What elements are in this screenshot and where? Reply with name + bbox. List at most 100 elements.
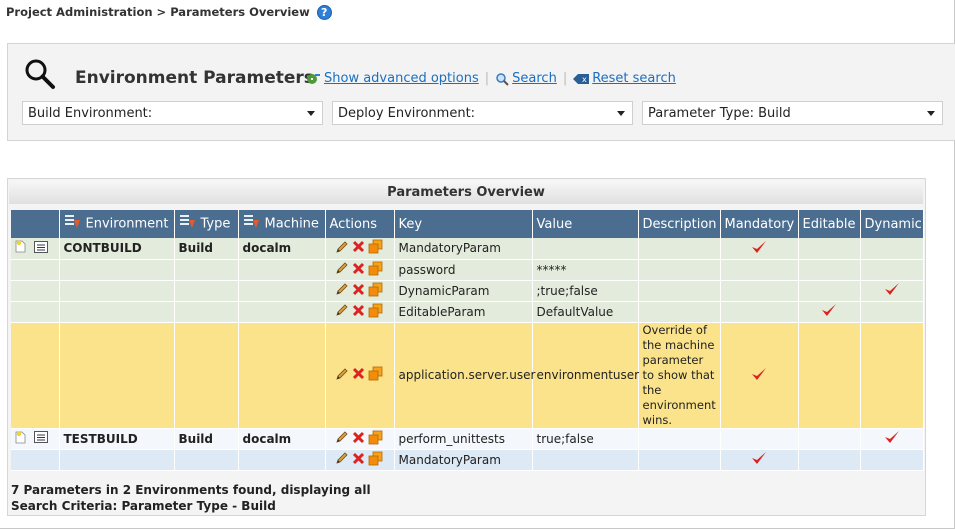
cell-value: ***** [532, 259, 639, 281]
link-separator: | [484, 71, 490, 86]
cell-description [638, 301, 721, 323]
cell-actions [325, 238, 395, 260]
parameters-overview-panel: Parameters Overview Environment Type Mac… [7, 178, 926, 516]
delete-icon[interactable] [352, 367, 365, 383]
cell-value: true;false [532, 428, 639, 450]
new-icon[interactable] [15, 431, 26, 447]
cell-environment: CONTBUILD [59, 238, 175, 260]
cell-editable [798, 238, 861, 260]
search-magnifier-icon [25, 59, 55, 89]
sort-icon [243, 214, 259, 234]
cell-machine [238, 280, 326, 302]
cell-actions [325, 301, 395, 323]
delete-icon[interactable] [352, 240, 365, 256]
copy-icon[interactable] [368, 239, 383, 257]
edit-icon[interactable] [335, 261, 349, 278]
new-icon[interactable] [15, 240, 26, 256]
edit-icon[interactable] [335, 430, 349, 447]
cell-dynamic [860, 322, 924, 429]
deploy-environment-value: Deploy Environment: [338, 105, 476, 121]
copy-icon[interactable] [368, 430, 383, 448]
chevron-down-icon [617, 111, 625, 116]
chevron-down-icon [927, 111, 935, 116]
search-links: Show advanced options | Search | x Reset… [305, 71, 676, 86]
search-icon [496, 72, 509, 86]
help-icon[interactable]: ? [316, 4, 332, 20]
row-icons [11, 301, 60, 323]
delete-icon[interactable] [352, 304, 365, 320]
edit-icon[interactable] [335, 240, 349, 257]
header-value: Value [532, 210, 639, 238]
cell-editable [798, 280, 861, 302]
header-type[interactable]: Type [174, 210, 239, 238]
table-header: Environment Type Machine Actions Key Val… [11, 210, 924, 238]
edit-icon[interactable] [335, 303, 349, 320]
search-link[interactable]: Search [512, 71, 557, 86]
delete-icon[interactable] [352, 283, 365, 299]
cell-value: environmentuser [532, 322, 639, 429]
cell-key: perform_unittests [394, 428, 533, 450]
deploy-environment-select[interactable]: Deploy Environment: [332, 101, 633, 125]
table-row: TESTBUILD Build docalm perform_unittests tru… [11, 428, 924, 450]
cell-key: DynamicParam [394, 280, 533, 302]
details-icon[interactable] [34, 240, 48, 256]
cell-type [174, 322, 239, 429]
cell-actions [325, 259, 395, 281]
edit-icon[interactable] [335, 367, 349, 384]
panel-title: Environment Parameters [75, 68, 314, 88]
header-machine[interactable]: Machine [238, 210, 326, 238]
cell-value [532, 238, 639, 260]
cell-description [638, 238, 721, 260]
cell-dynamic [860, 449, 924, 471]
parameter-type-select[interactable]: Parameter Type: Build [642, 101, 943, 125]
cell-key: application.server.user [394, 322, 535, 429]
show-advanced-options-link[interactable]: Show advanced options [324, 71, 479, 86]
copy-icon[interactable] [368, 282, 383, 300]
cell-dynamic [860, 428, 924, 450]
header-environment[interactable]: Environment [59, 210, 175, 238]
reset-search-link[interactable]: Reset search [592, 71, 676, 86]
delete-icon[interactable] [352, 262, 365, 278]
cell-type: Build [174, 238, 239, 260]
svg-text:x: x [582, 75, 587, 84]
cell-machine [238, 301, 326, 323]
chevron-down-icon [307, 111, 315, 116]
row-icons [11, 322, 60, 429]
copy-icon[interactable] [368, 366, 383, 384]
copy-icon[interactable] [368, 451, 383, 469]
build-environment-value: Build Environment: [28, 105, 153, 121]
cell-value: DefaultValue [532, 301, 639, 323]
reset-search-icon: x [573, 73, 590, 84]
edit-icon[interactable] [335, 451, 349, 468]
cell-description [638, 259, 721, 281]
header-key: Key [394, 210, 533, 238]
header-type-label: Type [200, 216, 231, 232]
checkmark-icon [751, 450, 767, 469]
cell-environment [59, 449, 175, 471]
cell-environment: TESTBUILD [59, 428, 175, 450]
cell-environment [59, 322, 175, 429]
cell-machine: docalm [238, 238, 326, 260]
cell-description: Override of the machine parameter to sho… [638, 322, 721, 429]
edit-icon[interactable] [335, 282, 349, 299]
cell-description [638, 449, 721, 471]
parameter-type-value: Parameter Type: Build [648, 105, 791, 121]
copy-icon[interactable] [368, 303, 383, 321]
cell-type [174, 259, 239, 281]
table-row: MandatoryParam [11, 449, 924, 471]
header-environment-label: Environment [85, 216, 169, 232]
cell-dynamic [860, 301, 924, 323]
cell-machine [238, 259, 326, 281]
cell-actions [325, 449, 395, 471]
cell-key: MandatoryParam [394, 238, 533, 260]
copy-icon[interactable] [368, 261, 383, 279]
build-environment-select[interactable]: Build Environment: [22, 101, 323, 125]
delete-icon[interactable] [352, 431, 365, 447]
delete-icon[interactable] [352, 452, 365, 468]
cell-dynamic [860, 238, 924, 260]
cell-machine [238, 449, 326, 471]
results-summary: 7 Parameters in 2 Environments found, di… [11, 483, 371, 497]
cell-key: EditableParam [394, 301, 533, 323]
details-icon[interactable] [34, 431, 48, 446]
search-panel: Environment Parameters Show advanced opt… [7, 43, 955, 141]
